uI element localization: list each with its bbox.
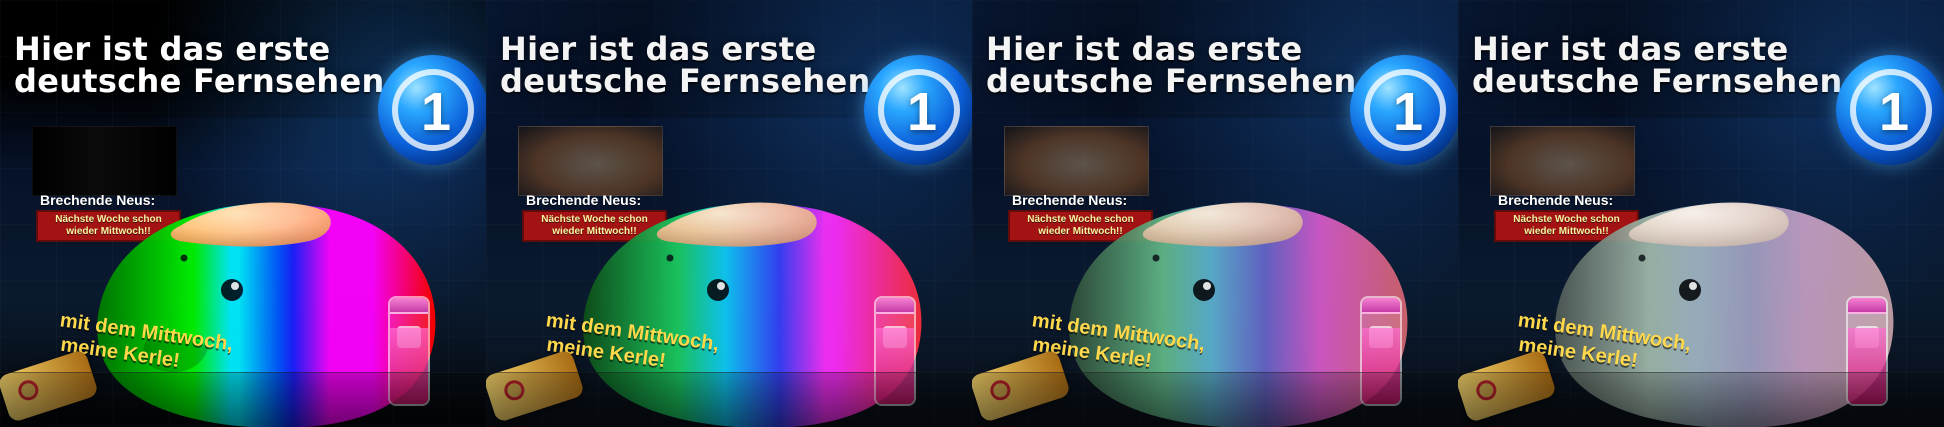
vial-fill xyxy=(390,327,428,404)
headline: Hier ist das erste deutsche Fernsehen xyxy=(1472,32,1843,100)
vial xyxy=(388,296,430,406)
microphone xyxy=(0,348,100,424)
vial-cap xyxy=(876,298,914,314)
news-box: Nächste Woche schon wieder Mittwoch!! xyxy=(522,210,667,242)
news-body: Nächste Woche schon wieder Mittwoch!! xyxy=(1027,214,1134,237)
microphone-ring xyxy=(987,377,1013,403)
headline-line-2: deutsche Fernsehen xyxy=(500,62,871,100)
vial xyxy=(874,296,916,406)
channel-logo: 1 xyxy=(864,55,972,165)
news-title: Brechende Neus: xyxy=(1012,192,1128,208)
microphone xyxy=(972,348,1072,424)
news-title: Brechende Neus: xyxy=(1498,192,1614,208)
logo-number: 1 xyxy=(906,82,938,142)
headline-line-2: deutsche Fernsehen xyxy=(986,62,1357,100)
news-body: Nächste Woche schon wieder Mittwoch!! xyxy=(541,214,648,237)
news-thumbnail xyxy=(32,126,177,196)
panel-3: Hier ist das erste deutsche Fernsehen 1 … xyxy=(972,0,1458,427)
vial-cap xyxy=(1848,298,1886,314)
headline: Hier ist das erste deutsche Fernsehen xyxy=(14,32,385,100)
news-box: Nächste Woche schon wieder Mittwoch!! xyxy=(36,210,181,242)
news-box: Nächste Woche schon wieder Mittwoch!! xyxy=(1008,210,1153,242)
news-thumbnail xyxy=(1004,126,1149,196)
news-title: Brechende Neus: xyxy=(526,192,642,208)
vial-fill xyxy=(1362,327,1400,404)
microphone-ring xyxy=(501,377,527,403)
channel-logo: 1 xyxy=(1350,55,1458,165)
image-strip: Hier ist das erste deutsche Fernsehen 1 … xyxy=(0,0,1944,427)
vial xyxy=(1360,296,1402,406)
channel-logo: 1 xyxy=(1836,55,1944,165)
logo-number: 1 xyxy=(1392,82,1424,142)
channel-logo: 1 xyxy=(378,55,486,165)
panel-4: Hier ist das erste deutsche Fernsehen 1 … xyxy=(1458,0,1944,427)
microphone xyxy=(486,348,586,424)
vial-cap xyxy=(1362,298,1400,314)
microphone xyxy=(1458,348,1558,424)
news-box: Nächste Woche schon wieder Mittwoch!! xyxy=(1494,210,1639,242)
microphone-ring xyxy=(1473,377,1499,403)
logo-number: 1 xyxy=(1878,82,1910,142)
news-title: Brechende Neus: xyxy=(40,192,156,208)
logo-number: 1 xyxy=(420,82,452,142)
vial-fill xyxy=(876,327,914,404)
panel-2: Hier ist das erste deutsche Fernsehen 1 … xyxy=(486,0,972,427)
panel-1: Hier ist das erste deutsche Fernsehen 1 … xyxy=(0,0,486,427)
microphone-ring xyxy=(15,377,41,403)
news-thumbnail xyxy=(1490,126,1635,196)
headline: Hier ist das erste deutsche Fernsehen xyxy=(986,32,1357,100)
news-body: Nächste Woche schon wieder Mittwoch!! xyxy=(1513,214,1620,237)
vial-fill xyxy=(1848,327,1886,404)
news-thumbnail xyxy=(518,126,663,196)
headline: Hier ist das erste deutsche Fernsehen xyxy=(500,32,871,100)
news-body: Nächste Woche schon wieder Mittwoch!! xyxy=(55,214,162,237)
headline-line-2: deutsche Fernsehen xyxy=(14,62,385,100)
headline-line-2: deutsche Fernsehen xyxy=(1472,62,1843,100)
vial-cap xyxy=(390,298,428,314)
vial xyxy=(1846,296,1888,406)
